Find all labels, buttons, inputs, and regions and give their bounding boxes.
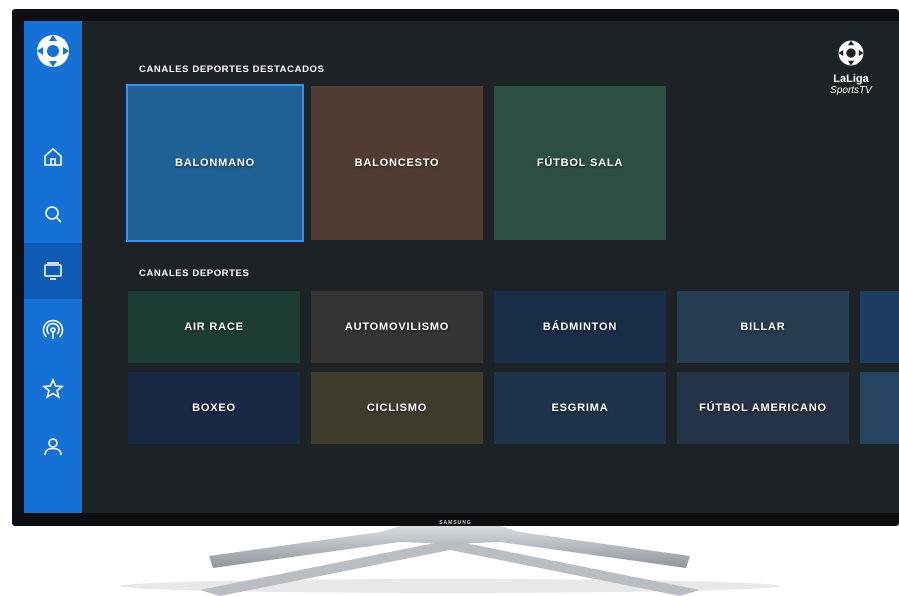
sidebar-item-home[interactable] — [24, 129, 82, 185]
laliga-logo-icon[interactable] — [35, 33, 71, 69]
tv-icon — [44, 262, 62, 280]
featured-tile-baloncesto[interactable]: BALONCESTO — [311, 86, 483, 240]
tile-label: AUTOMOVILISMO — [344, 321, 450, 333]
user-icon — [44, 438, 62, 456]
sport-tile-ciclismo[interactable]: CICLISMO — [311, 372, 483, 444]
sport-tile-air-race[interactable]: AIR RACE — [128, 291, 300, 363]
tile-label: BALONCESTO — [354, 157, 440, 169]
tile-label: BILLAR — [740, 321, 786, 333]
sidebar — [24, 21, 82, 513]
sidebar-item-profile[interactable] — [24, 419, 82, 475]
tile-label: FÚTBOL SALA — [536, 157, 624, 169]
sport-tile-futbol-americano[interactable]: FÚTBOL AMERICANO — [677, 372, 849, 444]
broadcast-icon — [42, 319, 64, 339]
featured-tile-balonmano[interactable]: BALONMANO — [126, 84, 304, 242]
star-icon — [41, 377, 65, 399]
featured-section-title: CANALES DEPORTES DESTACADOS — [139, 64, 325, 75]
sidebar-item-favorites[interactable] — [24, 361, 82, 417]
tile-label: BALONMANO — [175, 157, 255, 169]
home-icon — [44, 147, 62, 166]
sport-tile-automovilismo[interactable]: AUTOMOVILISMO — [311, 291, 483, 363]
sidebar-item-channels[interactable] — [24, 243, 82, 299]
sport-tile-partial[interactable] — [860, 291, 899, 363]
tile-label: BÁDMINTON — [542, 321, 618, 333]
sports-section-title: CANALES DEPORTES — [139, 268, 250, 279]
tv-stand — [120, 526, 780, 596]
featured-tile-futbol-sala[interactable]: FÚTBOL SALA — [494, 86, 666, 240]
tile-label: ESGRIMA — [551, 402, 609, 414]
sidebar-item-live[interactable] — [24, 303, 82, 359]
sport-tile-esgrima[interactable]: ESGRIMA — [494, 372, 666, 444]
tile-label: FÚTBOL AMERICANO — [699, 402, 827, 414]
search-icon — [45, 206, 62, 223]
sport-tile-boxeo[interactable]: BOXEO — [128, 372, 300, 444]
sport-tile-billar[interactable]: BILLAR — [677, 291, 849, 363]
tile-label: BOXEO — [192, 402, 236, 414]
brand-subtitle: SportsTV — [830, 85, 872, 96]
tile-label: AIR RACE — [184, 321, 244, 333]
brand-logo: LaLiga SportsTV — [821, 39, 881, 96]
tv-screen: LaLiga SportsTV CANALES DEPORTES DESTACA… — [24, 21, 899, 513]
brand-name: LaLiga — [833, 73, 869, 85]
tile-label: CICLISMO — [366, 402, 428, 414]
laliga-logo-icon — [838, 40, 864, 66]
sidebar-item-search[interactable] — [24, 186, 82, 242]
sport-tile-badminton[interactable]: BÁDMINTON — [494, 291, 666, 363]
sport-tile-partial[interactable] — [860, 372, 899, 444]
